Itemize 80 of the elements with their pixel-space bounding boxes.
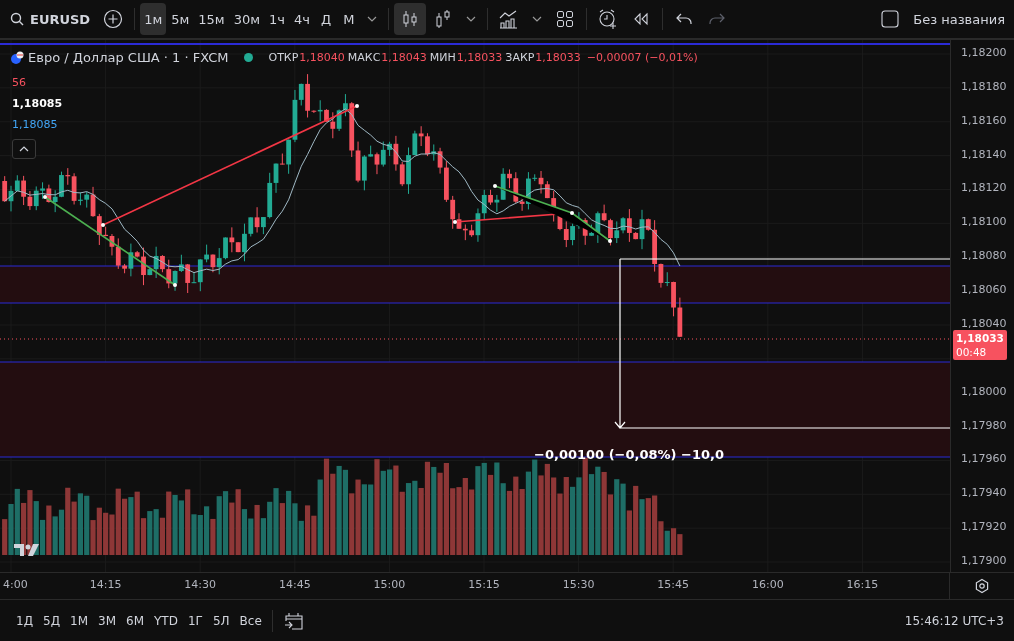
chevron-up-icon xyxy=(19,146,29,152)
symbol-search-button[interactable]: EURUSD xyxy=(4,3,97,35)
hollow-candles-icon xyxy=(434,9,451,29)
range-button[interactable]: 3М xyxy=(94,609,121,632)
ohlc-label: ЗАКР xyxy=(505,51,535,64)
range-button[interactable]: YTD xyxy=(150,609,182,632)
bar-chart-icon xyxy=(497,9,520,29)
price-tick: 1,18040 xyxy=(961,316,1007,330)
calendar-icon xyxy=(282,610,305,631)
interval-button[interactable]: 4ч xyxy=(290,3,314,35)
range-button[interactable]: 5Л xyxy=(208,609,234,632)
price-tick: 1,17980 xyxy=(961,418,1007,432)
candles-icon xyxy=(401,9,418,29)
undo-icon xyxy=(675,13,692,25)
last-price: 1,18033 xyxy=(956,331,1004,345)
ohlc-value: 1,18033 xyxy=(456,51,503,64)
price-tick: 1,18180 xyxy=(961,79,1007,93)
bar-countdown: 00:48 xyxy=(956,345,987,359)
price-tick: 1,17960 xyxy=(961,452,1007,466)
ohlc-value: 1,18043 xyxy=(381,51,427,64)
time-tick: 15:15 xyxy=(468,578,500,591)
ohlc-value: 1,18033 xyxy=(535,51,581,64)
interval-button[interactable]: 30м xyxy=(229,3,265,35)
ohlc-label: ОТКР xyxy=(268,51,299,64)
time-tick: 16:00 xyxy=(751,578,784,591)
chevron-down-icon xyxy=(531,16,542,22)
alarm-clock-plus-icon xyxy=(596,8,619,30)
price-tick: 1,18000 xyxy=(961,384,1007,398)
chevron-down-icon xyxy=(465,16,476,22)
time-tick: 14:45 xyxy=(278,578,311,591)
collapse-button[interactable] xyxy=(12,139,36,159)
price-tick: 1,17940 xyxy=(961,486,1007,500)
candles-button[interactable] xyxy=(393,3,426,35)
price-tick: 1,18100 xyxy=(961,215,1007,229)
time-tick: 4:00 xyxy=(3,578,28,591)
layout-name-button[interactable]: Без названия xyxy=(876,3,1010,35)
price-tick: 1,18060 xyxy=(961,283,1007,297)
ohlc-label: МАКС xyxy=(347,51,381,64)
range-button[interactable]: Все xyxy=(235,609,266,632)
time-tick: 14:30 xyxy=(184,578,217,591)
plus-circle-icon xyxy=(103,9,124,29)
interval-button[interactable]: 1ч xyxy=(265,3,289,35)
price-change: −0,00007 (−0,01%) xyxy=(586,51,698,64)
range-button[interactable]: 5Д xyxy=(39,609,65,632)
time-tick: 15:30 xyxy=(562,578,595,591)
interval-button[interactable]: Д xyxy=(314,3,337,35)
square-icon xyxy=(881,10,900,28)
indicator-value: 56 xyxy=(12,76,26,89)
price-tick: 1,18080 xyxy=(961,249,1007,263)
indicator-value: 1,18085 xyxy=(12,97,63,110)
price-tick: 1,17900 xyxy=(961,554,1007,568)
time-tick: 14:15 xyxy=(89,578,122,591)
interval-button[interactable]: 15м xyxy=(194,3,229,35)
logo-icon xyxy=(14,542,42,558)
range-button[interactable]: 1М xyxy=(66,609,93,632)
interval-button[interactable]: 5м xyxy=(167,3,194,35)
clock: 15:46:12 UTC+3 xyxy=(904,613,1004,628)
settings-icon xyxy=(974,578,991,594)
time-tick: 15:00 xyxy=(373,578,406,591)
symbol-title[interactable]: Евро / Доллар США · 1 · FXCM xyxy=(28,50,229,65)
chevron-down-icon xyxy=(366,16,377,22)
price-tick: 1,18200 xyxy=(961,46,1007,59)
search-icon xyxy=(10,12,24,26)
range-button[interactable]: 1Г xyxy=(183,609,207,632)
range-button[interactable]: 6М xyxy=(122,609,149,632)
measure-label: −0,00100 (−0,08%) −10,0 xyxy=(534,447,724,462)
price-tick: 1,18120 xyxy=(961,181,1007,195)
interval-button[interactable]: М xyxy=(337,3,360,35)
price-tick: 1,18140 xyxy=(961,147,1007,161)
ohlc-value: 1,18040 xyxy=(299,51,345,64)
redo-icon xyxy=(708,13,725,25)
interval-button[interactable]: 1м xyxy=(140,3,167,35)
price-tick: 1,17920 xyxy=(961,520,1007,534)
range-button[interactable]: 1Д xyxy=(12,609,37,632)
grid-icon xyxy=(555,10,574,28)
time-tick: 15:45 xyxy=(657,578,690,591)
price-tick: 1,18160 xyxy=(961,113,1007,127)
indicator-value: 1,18085 xyxy=(12,118,58,131)
ohlc-label: МИН xyxy=(429,51,456,64)
time-tick: 16:15 xyxy=(846,578,879,591)
